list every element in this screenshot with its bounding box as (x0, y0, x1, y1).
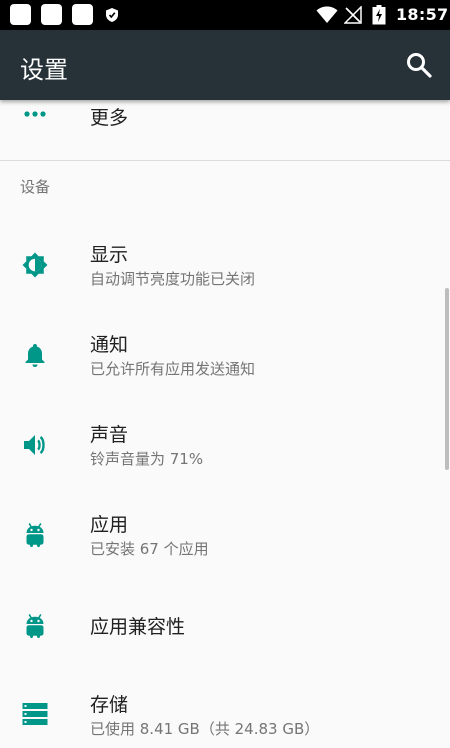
android-icon (26, 523, 44, 547)
volume-icon (24, 435, 45, 455)
divider (0, 160, 450, 161)
battery-charging-icon (372, 5, 386, 25)
shield-icon (106, 8, 118, 22)
settings-item-sound[interactable]: 声音 铃声音量为 71% (0, 400, 450, 490)
settings-item-apps[interactable]: 应用 已安装 67 个应用 (0, 490, 450, 580)
no-signal-icon (344, 6, 362, 24)
scrollbar[interactable] (445, 288, 449, 470)
notification-icon (72, 4, 93, 25)
item-summary: 已允许所有应用发送通知 (90, 360, 256, 378)
android-icon (26, 614, 44, 638)
item-title: 显示 (90, 244, 129, 266)
bell-icon (25, 344, 45, 367)
more-dots-icon (24, 111, 46, 117)
page-title: 设置 (20, 56, 68, 84)
notification-icon (10, 4, 31, 25)
more-item[interactable]: 更多 (0, 100, 450, 160)
status-bar: 18:57 (0, 0, 450, 30)
settings-item-notifications[interactable]: 通知 已允许所有应用发送通知 (0, 310, 450, 400)
storage-icon (22, 703, 48, 725)
notification-icon (41, 4, 62, 25)
section-header: 设备 (20, 178, 51, 196)
settings-item-storage[interactable]: 存储 已使用 8.41 GB（共 24.83 GB） (0, 670, 450, 748)
settings-list[interactable]: 更多 设备 显示 自动调节亮度功能已关闭 通知 已允许所有应用发送通知 声音 铃… (0, 100, 450, 748)
item-title: 声音 (90, 424, 129, 446)
more-label: 更多 (90, 107, 129, 129)
item-summary: 自动调节亮度功能已关闭 (90, 270, 256, 288)
settings-item-app-compatibility[interactable]: 应用兼容性 (0, 580, 450, 670)
app-bar: 设置 (0, 30, 450, 100)
item-summary: 已使用 8.41 GB（共 24.83 GB） (90, 720, 320, 738)
clock: 18:57 (396, 5, 449, 24)
settings-item-display[interactable]: 显示 自动调节亮度功能已关闭 (0, 220, 450, 310)
item-summary: 已安装 67 个应用 (90, 540, 209, 558)
item-title: 应用兼容性 (90, 616, 186, 638)
wifi-icon (316, 6, 338, 23)
item-summary: 铃声音量为 71% (90, 450, 204, 468)
brightness-icon (22, 252, 48, 278)
search-icon[interactable] (404, 50, 434, 80)
item-title: 存储 (90, 694, 129, 716)
item-title: 应用 (90, 514, 129, 536)
item-title: 通知 (90, 334, 129, 356)
